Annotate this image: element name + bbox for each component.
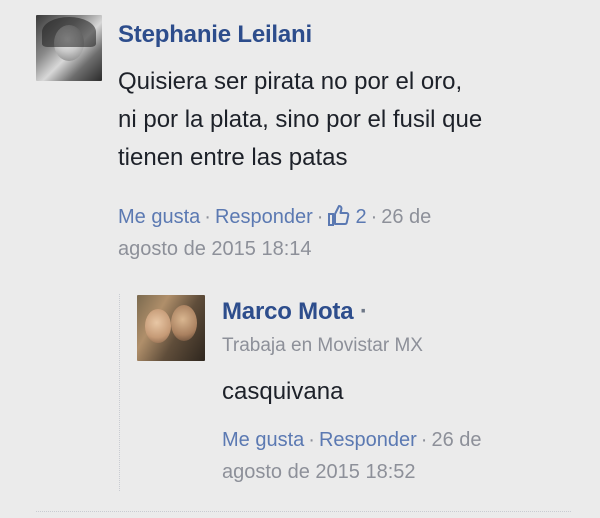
reply-text: casquivana <box>222 378 344 405</box>
comment-actions: Me gusta · Responder · 2 · 26 de agosto de 2015… <box>118 201 548 265</box>
like-link[interactable]: Me gusta <box>118 206 200 228</box>
comment-text-line: ni por la plata, sino por el fusil que <box>118 106 483 133</box>
thumbs-up-icon <box>328 205 350 226</box>
timestamp[interactable]: 26 de <box>431 429 481 451</box>
separator: · <box>204 206 211 228</box>
separator: · <box>370 206 378 228</box>
reply-actions: Me gusta · Responder · 26 de agosto de 2015 1… <box>222 424 582 488</box>
separator: · <box>316 206 324 228</box>
comment-text-line: tienen entre las patas <box>118 144 348 171</box>
comment-text-line: Quisiera ser pirata no por el oro, <box>118 68 463 95</box>
timestamp-cont[interactable]: agosto de 2015 18:14 <box>118 238 312 260</box>
avatar[interactable] <box>36 15 102 81</box>
separator: · <box>359 298 368 325</box>
separator: · <box>308 429 315 451</box>
like-link[interactable]: Me gusta <box>222 429 304 451</box>
avatar[interactable] <box>137 295 205 361</box>
reply-author-name[interactable]: Marco Mota <box>222 298 354 325</box>
reply-link[interactable]: Responder <box>319 429 417 451</box>
reply-author-subtitle: Trabaja en Movistar MX <box>222 335 423 356</box>
timestamp-cont[interactable]: agosto de 2015 18:52 <box>222 461 416 483</box>
timestamp[interactable]: 26 de <box>381 206 431 228</box>
reply-link[interactable]: Responder <box>215 206 313 228</box>
comment-author[interactable]: Stephanie Leilani <box>118 21 312 49</box>
comment-text: Quisiera ser pirata no por el oro, ni po… <box>118 63 578 177</box>
reply-thread-line <box>119 294 120 491</box>
like-count-button[interactable]: 2 <box>327 205 367 228</box>
divider <box>36 511 571 512</box>
separator: · <box>420 429 428 451</box>
like-count: 2 <box>355 206 367 228</box>
reply-author: Marco Mota · <box>222 298 368 326</box>
